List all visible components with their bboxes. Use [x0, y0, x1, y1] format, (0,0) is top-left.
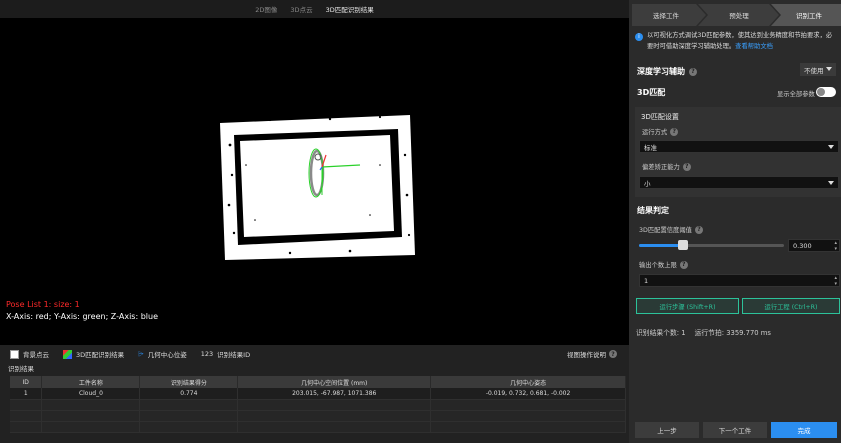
col-score[interactable]: 识别结果得分 — [139, 376, 239, 388]
table-row-empty — [10, 421, 626, 433]
label-text: 偏差矫正能力 — [642, 164, 680, 171]
next-part-button[interactable]: 下一个工件 — [703, 422, 767, 438]
view-manual-link[interactable]: 视图操作说明? — [567, 349, 617, 359]
step-select-part[interactable]: 选择工件 — [629, 4, 703, 26]
run-step-button[interactable]: 运行步骤 (Shift+R) — [636, 298, 739, 314]
help-icon[interactable]: ? — [694, 225, 703, 234]
results-title: 识别结果 — [8, 365, 34, 373]
pose-list-text: Pose List 1: size: 1 — [6, 300, 80, 309]
help-icon[interactable]: ? — [689, 67, 697, 76]
3d-viewer[interactable]: 2D图像 3D点云 3D匹配识别结果 Pose List 1: size: 1 — [0, 0, 629, 345]
col-name[interactable]: 工件名称 — [41, 376, 141, 388]
center-pose-option[interactable]: ⩥ 几何中心位姿 — [138, 349, 187, 360]
option-label: 3D匹配识别结果 — [76, 351, 125, 359]
result-id-icon: 123 — [200, 350, 214, 358]
chevron-down-icon — [828, 145, 834, 149]
point-cloud-view — [220, 115, 415, 260]
help-icon: ? — [609, 350, 617, 358]
dl-section-title: 深度学习辅助? — [637, 66, 697, 77]
show-all-label: 显示全部参数 — [777, 91, 815, 98]
col-position[interactable]: 几何中心空间位置 (mm) — [237, 376, 432, 388]
show-all-toggle[interactable] — [816, 87, 836, 97]
judge-section-title: 结果判定 — [637, 206, 669, 215]
threshold-input[interactable]: 0.300 ▴ ▾ — [788, 239, 840, 252]
color-swatch-icon — [63, 349, 72, 359]
app-window: 2D图像 3D点云 3D匹配识别结果 Pose List 1: size: 1 — [0, 0, 841, 443]
bias-label: 偏差矫正能力? — [642, 162, 691, 171]
option-label: 识别结果ID — [217, 351, 251, 359]
cell-score: 0.774 — [139, 388, 239, 400]
cell-name: Cloud_0 — [41, 388, 141, 400]
result-summary: 识别结果个数: 1 运行节拍: 3359.770 ms — [636, 327, 771, 337]
result-count: 识别结果个数: 1 — [636, 329, 686, 337]
info-box: i 以可视化方式调试3D匹配参数，使其达到业务精度和节拍要求，必要时可借助深度学… — [635, 30, 835, 58]
option-label: 背景点云 — [23, 351, 49, 359]
manual-label: 视图操作说明 — [567, 351, 606, 359]
axes-icon: ⩥ — [138, 349, 144, 358]
run-project-button[interactable]: 运行工程 (Ctrl+R) — [742, 298, 840, 314]
option-label: 几何中心位姿 — [147, 351, 187, 359]
match-settings-title: 3D匹配设置 — [641, 113, 679, 121]
cell-position: 203.015, -67.987, 1071.386 — [237, 388, 432, 400]
stepper-icon[interactable]: ▴ ▾ — [834, 240, 837, 252]
col-pose[interactable]: 几何中心姿态 — [430, 376, 626, 388]
dl-title: 深度学习辅助 — [637, 67, 685, 76]
help-icon[interactable]: ? — [682, 162, 691, 171]
bias-select[interactable]: 小 — [639, 176, 839, 189]
checkbox-icon[interactable] — [10, 349, 19, 359]
run-mode-select[interactable]: 标准 — [639, 140, 839, 153]
chevron-down-icon — [826, 67, 832, 71]
tab-3d-cloud[interactable]: 3D点云 — [290, 4, 312, 14]
display-options: 背景点云 3D匹配识别结果 ⩥ 几何中心位姿 123 识别结果ID 视图操作说明? — [0, 345, 629, 363]
help-icon[interactable]: ? — [670, 127, 679, 136]
help-icon[interactable]: ? — [679, 260, 688, 269]
label-text: 3D匹配置信度阈值 — [639, 227, 692, 234]
col-id[interactable]: ID — [10, 376, 43, 388]
view-tabs: 2D图像 3D点云 3D匹配识别结果 — [0, 0, 629, 18]
tab-2d-image[interactable]: 2D图像 — [255, 4, 277, 14]
slider-handle[interactable] — [678, 240, 688, 250]
cell-pose: -0.019, 0.732, 0.681, -0.002 — [430, 388, 626, 400]
stepper-icon[interactable]: ▴ ▾ — [834, 275, 837, 287]
table-row-empty — [10, 410, 626, 422]
max-output-input[interactable]: 1 ▴ ▾ — [639, 274, 840, 287]
threshold-label: 3D匹配置信度阈值? — [639, 225, 703, 234]
input-value: 0.300 — [793, 241, 812, 250]
background-cloud-option[interactable]: 背景点云 — [10, 349, 49, 359]
finish-button[interactable]: 完成 — [771, 422, 837, 438]
result-id-option[interactable]: 123 识别结果ID — [201, 349, 250, 359]
results-table: ID 工件名称 识别结果得分 几何中心空间位置 (mm) 几何中心姿态 1 Cl… — [10, 376, 626, 433]
label-text: 输出个数上限 — [639, 262, 677, 269]
table-row[interactable]: 1 Cloud_0 0.774 203.015, -67.987, 1071.3… — [10, 388, 626, 400]
help-doc-link[interactable]: 查看帮助文档 — [735, 43, 773, 50]
cycle-time: 运行节拍: 3359.770 ms — [694, 329, 771, 337]
select-value: 小 — [644, 179, 651, 188]
dl-value: 不使用 — [804, 66, 824, 75]
tab-match-result[interactable]: 3D匹配识别结果 — [326, 4, 374, 14]
select-value: 标准 — [644, 143, 657, 152]
step-preprocess[interactable]: 预处理 — [703, 4, 775, 26]
threshold-slider[interactable] — [639, 240, 784, 250]
run-mode-label: 运行方式? — [642, 127, 679, 136]
result-area: 背景点云 3D匹配识别结果 ⩥ 几何中心位姿 123 识别结果ID 视图操作说明? … — [0, 345, 629, 443]
label-text: 运行方式 — [642, 129, 668, 136]
info-icon: i — [635, 33, 643, 41]
slider-fill — [639, 244, 683, 247]
match-result-option[interactable]: 3D匹配识别结果 — [63, 349, 124, 359]
right-panel: 选择工件 预处理 识别工件 i 以可视化方式调试3D匹配参数，使其达到业务精度和… — [629, 0, 841, 443]
step-recognize[interactable]: 识别工件 — [777, 4, 841, 26]
table-row-empty — [10, 399, 626, 411]
dl-select[interactable]: 不使用 — [800, 63, 836, 76]
input-value: 1 — [644, 276, 649, 285]
max-output-label: 输出个数上限? — [639, 260, 688, 269]
axis-legend-text: X-Axis: red; Y-Axis: green; Z-Axis: blue — [6, 312, 158, 321]
prev-button[interactable]: 上一步 — [635, 422, 699, 438]
chevron-down-icon — [828, 181, 834, 185]
match-section-title: 3D匹配 — [637, 88, 666, 97]
cell-id: 1 — [10, 388, 43, 400]
